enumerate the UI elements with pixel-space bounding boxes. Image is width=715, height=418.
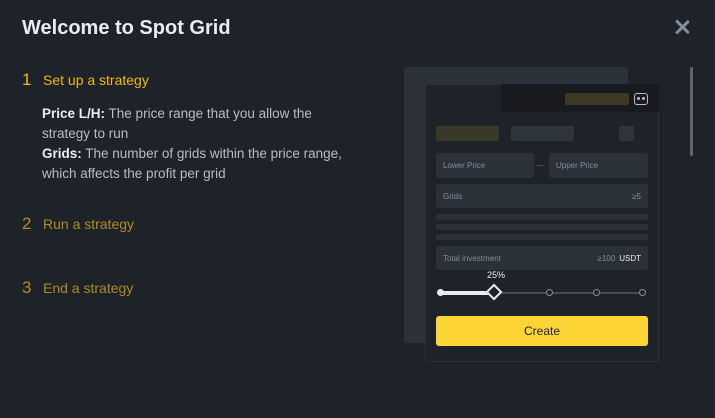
slider-stop — [639, 289, 646, 296]
investment-unit: USDT — [619, 253, 641, 263]
close-icon[interactable] — [672, 17, 692, 37]
step-number: 2 — [22, 214, 32, 233]
placeholder-bar — [436, 224, 648, 230]
slider-stop — [593, 289, 600, 296]
robot-icon — [634, 93, 648, 105]
header-placeholder — [565, 93, 629, 105]
step-label: Run a strategy — [43, 216, 135, 232]
grids-term: Grids: — [42, 146, 82, 161]
dialog-title: Welcome to Spot Grid — [22, 17, 231, 39]
tab-placeholder — [511, 126, 574, 141]
slider-percent-label: 25% — [486, 270, 505, 280]
price-term: Price L/H: — [42, 106, 106, 121]
lower-price-field: Lower Price — [436, 153, 534, 178]
step-label: End a strategy — [43, 280, 134, 296]
step-number: 1 — [22, 70, 32, 89]
step-1[interactable]: 1 Set up a strategy — [22, 70, 149, 90]
grids-placeholder: Grids — [443, 191, 463, 201]
settings-placeholder — [619, 126, 634, 141]
step-label: Set up a strategy — [43, 72, 149, 88]
investment-placeholder: Total investment — [443, 253, 501, 263]
scrollbar[interactable] — [690, 67, 693, 156]
upper-price-placeholder: Upper Price — [556, 161, 599, 170]
grids-field: Grids ≥5 — [436, 184, 648, 208]
step-number: 3 — [22, 278, 32, 297]
step-2[interactable]: 2 Run a strategy — [22, 214, 134, 234]
step-description: Price L/H: The price range that you allo… — [42, 104, 342, 184]
slider-stop — [437, 289, 444, 296]
investment-field: Total investment ≥100 USDT — [436, 246, 648, 270]
step-3[interactable]: 3 End a strategy — [22, 278, 133, 298]
investment-hint: ≥100 — [597, 253, 616, 263]
upper-price-field: Upper Price — [549, 153, 648, 178]
slider-stop — [546, 289, 553, 296]
create-button: Create — [436, 316, 648, 346]
range-separator — [537, 165, 545, 166]
tab-placeholder-active — [436, 126, 499, 141]
placeholder-bar — [436, 214, 648, 220]
grids-text: The number of grids within the price ran… — [42, 146, 342, 181]
placeholder-bar — [436, 234, 648, 240]
grids-hint: ≥5 — [632, 191, 641, 201]
lower-price-placeholder: Lower Price — [443, 161, 486, 170]
